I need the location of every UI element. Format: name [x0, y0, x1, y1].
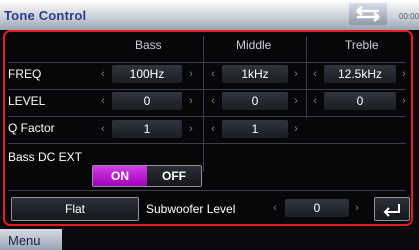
- flat-button[interactable]: Flat: [11, 197, 139, 221]
- page-title: Tone Control: [4, 8, 87, 23]
- treble-level-value: 0: [324, 92, 396, 110]
- bass-freq-value: 100Hz: [112, 65, 182, 83]
- row-label-level: LEVEL: [8, 94, 46, 108]
- chevron-right-icon[interactable]: ›: [291, 120, 301, 138]
- row-divider: [8, 143, 406, 144]
- chevron-right-icon[interactable]: ›: [399, 65, 409, 83]
- row-divider: [8, 62, 406, 63]
- row-label-freq: FREQ: [8, 67, 42, 81]
- subwoofer-level-label: Subwoofer Level: [146, 202, 236, 216]
- return-button[interactable]: [374, 197, 410, 221]
- back-button[interactable]: [349, 3, 387, 25]
- chevron-left-icon[interactable]: ‹: [270, 199, 280, 217]
- column-header-treble: Treble: [345, 38, 379, 52]
- middle-freq-value: 1kHz: [222, 65, 288, 83]
- column-divider: [203, 36, 204, 172]
- column-divider: [306, 36, 307, 118]
- treble-freq-value: 12.5kHz: [324, 65, 396, 83]
- chevron-right-icon[interactable]: ›: [291, 92, 301, 110]
- chevron-left-icon[interactable]: ‹: [310, 92, 320, 110]
- back-arrow-icon: [356, 6, 380, 22]
- chevron-right-icon[interactable]: ›: [352, 199, 362, 217]
- chevron-right-icon[interactable]: ›: [186, 92, 196, 110]
- chevron-right-icon[interactable]: ›: [186, 65, 196, 83]
- middle-q-factor-value: 1: [222, 120, 288, 138]
- chevron-left-icon[interactable]: ‹: [208, 120, 218, 138]
- chevron-left-icon[interactable]: ‹: [98, 120, 108, 138]
- chevron-right-icon[interactable]: ›: [291, 65, 301, 83]
- middle-level-value: 0: [222, 92, 288, 110]
- column-header-middle: Middle: [236, 38, 272, 52]
- chevron-left-icon[interactable]: ‹: [98, 65, 108, 83]
- row-label-bass-dc-ext: Bass DC EXT: [8, 150, 83, 164]
- row-divider: [8, 89, 406, 90]
- chevron-left-icon[interactable]: ‹: [310, 65, 320, 83]
- toggle-off[interactable]: OFF: [147, 166, 201, 186]
- clock: 00:00: [399, 12, 419, 21]
- chevron-right-icon[interactable]: ›: [399, 92, 409, 110]
- menu-label: Menu: [8, 233, 41, 248]
- chevron-left-icon[interactable]: ‹: [208, 92, 218, 110]
- bass-q-factor-value: 1: [112, 120, 182, 138]
- chevron-right-icon[interactable]: ›: [186, 120, 196, 138]
- row-label-q-factor: Q Factor: [8, 121, 55, 135]
- chevron-left-icon[interactable]: ‹: [208, 65, 218, 83]
- column-header-bass: Bass: [135, 38, 162, 52]
- toggle-on[interactable]: ON: [93, 166, 147, 186]
- return-icon: [383, 204, 400, 217]
- row-divider: [8, 190, 406, 191]
- chevron-left-icon[interactable]: ‹: [98, 92, 108, 110]
- subwoofer-level-value: 0: [285, 199, 349, 217]
- bass-level-value: 0: [112, 92, 182, 110]
- bass-dc-ext-toggle[interactable]: ON OFF: [92, 165, 202, 187]
- row-divider: [8, 116, 406, 117]
